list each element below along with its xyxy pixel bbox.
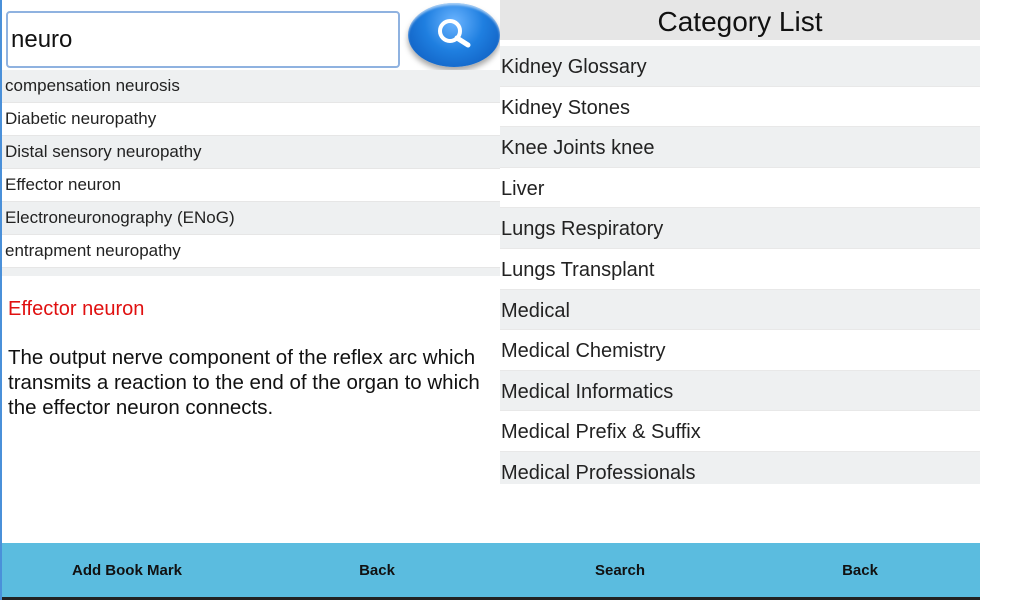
left-pane: compensation neurosis Diabetic neuropath… [0, 0, 502, 600]
category-item[interactable]: Knee Joints knee [500, 127, 980, 168]
right-pane: Category List Kidney Glossary Kidney Sto… [500, 0, 980, 600]
category-list[interactable]: Kidney Glossary Kidney Stones Knee Joint… [500, 46, 980, 484]
category-item[interactable]: Kidney Stones [500, 87, 980, 128]
result-item[interactable]: Electroneuronography (ENoG) [2, 202, 502, 235]
back-button[interactable]: Back [740, 543, 980, 597]
magnifier-icon [438, 19, 471, 48]
definition-title: Effector neuron [8, 298, 145, 320]
category-item[interactable]: Medical Prefix & Suffix [500, 411, 980, 452]
result-item[interactable]: entrapment neuropathy [2, 235, 502, 268]
category-item[interactable]: Medical Chemistry [500, 330, 980, 371]
right-gutter [980, 0, 1024, 600]
category-item[interactable]: Liver [500, 168, 980, 209]
result-item[interactable]: Diabetic neuropathy [2, 103, 502, 136]
category-list-title: Category List [500, 0, 980, 40]
result-list[interactable]: compensation neurosis Diabetic neuropath… [2, 70, 502, 276]
result-item[interactable]: fi... [2, 268, 502, 276]
category-item[interactable]: Medical Informatics [500, 370, 980, 412]
search-tab-button[interactable]: Search [500, 543, 740, 597]
category-item[interactable]: Kidney Glossary [500, 46, 980, 87]
result-item[interactable]: Distal sensory neuropathy [2, 136, 502, 169]
back-button[interactable]: Back [252, 543, 502, 597]
result-item[interactable]: Effector neuron [2, 169, 502, 202]
result-item[interactable]: compensation neurosis [2, 70, 502, 103]
search-button[interactable] [408, 3, 500, 67]
left-bottom-bar: Add Book Mark Back [2, 543, 502, 600]
category-item[interactable]: Lungs Transplant [500, 249, 980, 290]
search-input[interactable] [6, 11, 400, 68]
right-bottom-bar: Search Back [500, 543, 980, 600]
category-item[interactable]: Lungs Respiratory [500, 208, 980, 249]
category-item[interactable]: Medical Professionals [500, 451, 980, 484]
category-item[interactable]: Medical [500, 289, 980, 331]
add-bookmark-button[interactable]: Add Book Mark [2, 543, 252, 597]
definition-body: The output nerve component of the reflex… [8, 346, 480, 419]
